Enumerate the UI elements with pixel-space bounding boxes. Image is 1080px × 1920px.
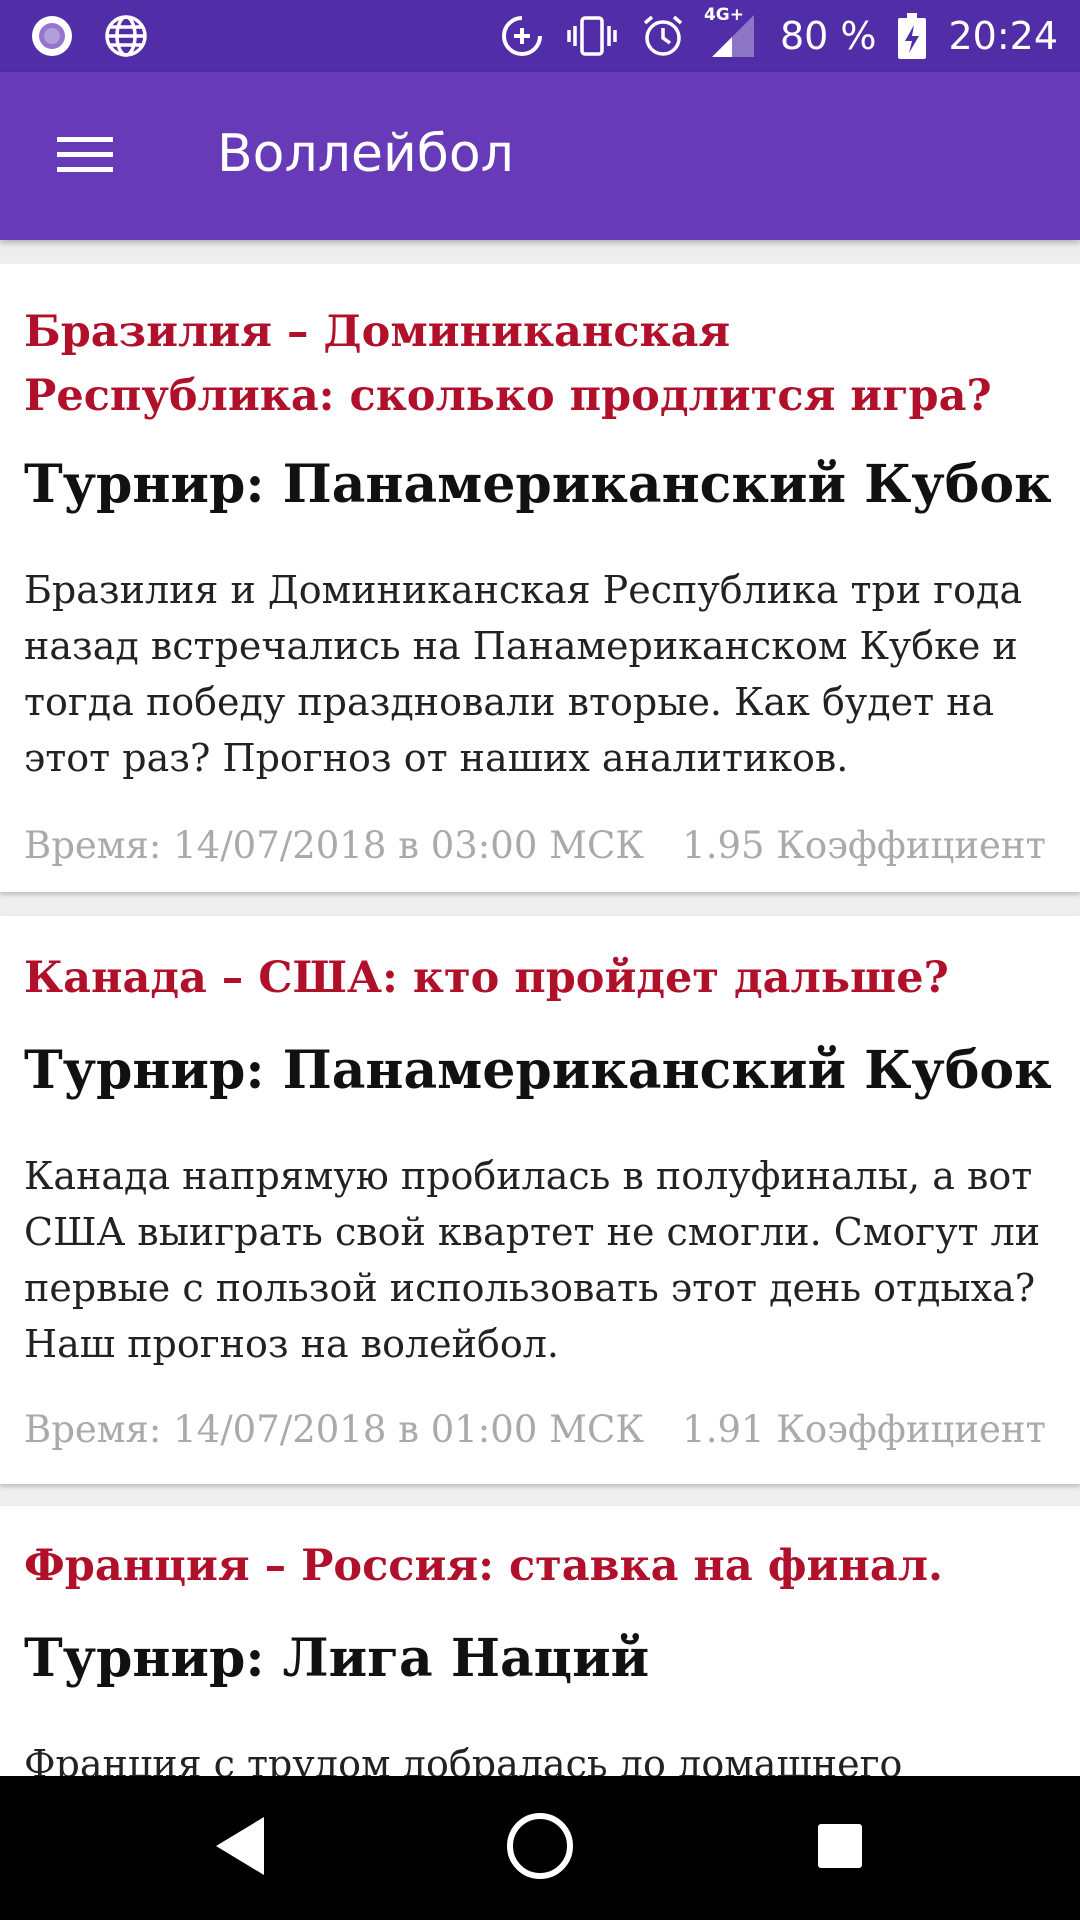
card-tournament: Турнир: Панамериканский Кубок [24, 454, 1052, 515]
hamburger-icon [57, 135, 113, 180]
home-icon [506, 1812, 574, 1885]
status-right: 4G+ 80 % 20:24 [500, 0, 1058, 72]
card-title: Франция – Россия: ставка на финал. [24, 1541, 943, 1591]
home-button[interactable] [460, 1776, 620, 1920]
match-time: Время: 14/07/2018 в 01:00 МСК [24, 1408, 644, 1451]
battery-charging-icon [898, 13, 927, 59]
page-title: Воллейбол [217, 124, 514, 184]
card-footer: Время: 14/07/2018 в 03:00 МСК 1.95 Коэфф… [24, 824, 1046, 867]
notification-dot-icon [30, 14, 74, 58]
clock: 20:24 [948, 14, 1058, 58]
prediction-feed: Бразилия – Доминиканская Республика: ско… [0, 262, 1080, 1776]
app-bar: Воллейбол [0, 72, 1080, 240]
card-description: Канада напрямую пробилась в полуфиналы, … [24, 1154, 1041, 1366]
status-left [30, 14, 148, 58]
vibrate-icon [566, 14, 618, 58]
back-button[interactable] [160, 1776, 320, 1920]
status-bar: 4G+ 80 % 20:24 [0, 0, 1080, 72]
globe-icon [104, 14, 148, 58]
odds-value: 1.91 Коэффициент [682, 1408, 1046, 1451]
recents-button[interactable] [760, 1776, 920, 1920]
card-title: Канада – США: кто пройдет дальше? [24, 953, 949, 1003]
prediction-card[interactable]: Бразилия – Доминиканская Республика: ско… [0, 264, 1080, 892]
card-tournament: Турнир: Лига Наций [24, 1628, 650, 1689]
card-description: Франция с трудом добралась до домашнего [24, 1742, 903, 1776]
card-title: Бразилия – Доминиканская Республика: ско… [24, 307, 992, 421]
recents-icon [816, 1822, 864, 1875]
card-description: Бразилия и Доминиканская Республика три … [24, 568, 1023, 780]
system-nav-bar [0, 1776, 1080, 1920]
battery-percent: 80 % [779, 14, 877, 58]
back-icon [212, 1815, 268, 1882]
data-saver-icon [500, 14, 544, 58]
prediction-card[interactable]: Франция – Россия: ставка на финал. Турни… [0, 1506, 1080, 1776]
prediction-card[interactable]: Канада – США: кто пройдет дальше? Турнир… [0, 916, 1080, 1484]
card-footer: Время: 14/07/2018 в 01:00 МСК 1.91 Коэфф… [24, 1408, 1046, 1451]
match-time: Время: 14/07/2018 в 03:00 МСК [24, 824, 644, 867]
network-type-label: 4G+ [703, 5, 744, 25]
card-tournament: Турнир: Панамериканский Кубок [24, 1040, 1052, 1101]
menu-button[interactable] [40, 112, 130, 202]
signal-icon: 4G+ [704, 5, 758, 61]
odds-value: 1.95 Коэффициент [682, 824, 1046, 867]
alarm-icon [640, 13, 686, 59]
